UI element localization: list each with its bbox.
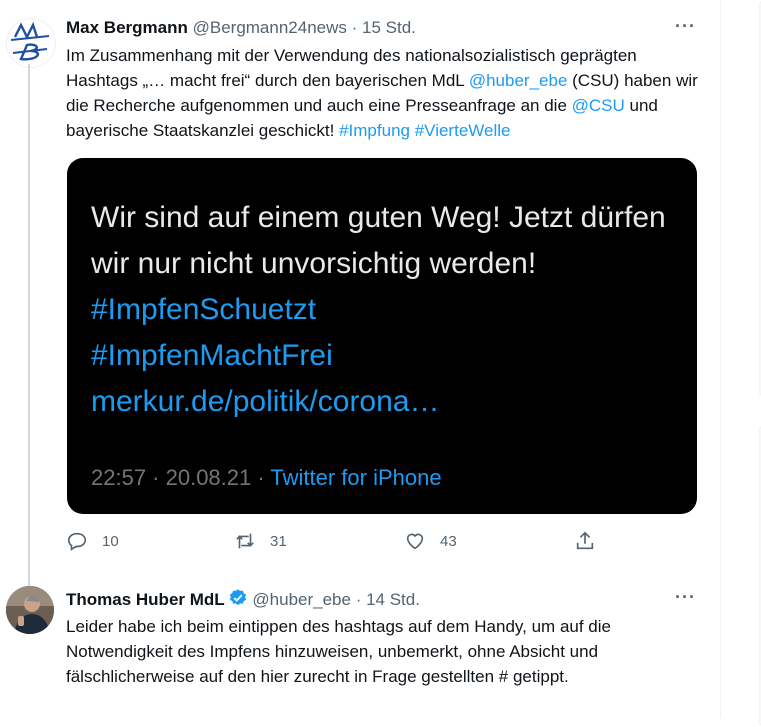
more-options-icon[interactable]: ··· [675,16,696,37]
screenshot-text: Wir sind auf einem guten Weg! Jetzt dürf… [91,195,681,425]
tweet-huber[interactable]: Thomas Huber MdL @huber_ebe · 14 Std. ··… [0,580,720,718]
screenshot-timestamp: 22:57 · 20.08.21 · [91,465,271,490]
screenshot-hashtag: #ImpfenSchuetzt [91,293,317,326]
share-icon [576,531,594,550]
retweet-button[interactable]: 31 [234,530,287,552]
mb-logo-icon [10,21,50,61]
handle[interactable]: @huber_ebe [252,590,351,609]
timestamp[interactable]: 14 Std. [366,590,420,609]
retweet-icon [236,533,254,549]
handle[interactable]: @Bergmann24news [193,18,347,37]
timeline: Max Bergmann @Bergmann24news · 15 Std. ·… [0,0,721,718]
reply-count: 10 [102,532,119,550]
screenshot-footer: 22:57 · 20.08.21 · Twitter for iPhone [91,465,442,491]
share-button[interactable] [574,530,610,552]
like-button[interactable]: 43 [404,530,457,552]
tweet-text: Leider habe ich beim eintippen des hasht… [66,617,611,686]
heart-icon [406,533,424,550]
display-name[interactable]: Thomas Huber MdL [66,590,225,609]
like-count: 43 [440,532,457,550]
reply-button[interactable]: 10 [66,530,119,552]
tweet-header: Thomas Huber MdL @huber_ebe · 14 Std. [66,588,420,611]
hashtag-link[interactable]: #VierteWelle [415,121,511,140]
tweet-bergmann[interactable]: Max Bergmann @Bergmann24news · 15 Std. ·… [0,0,720,589]
timestamp[interactable]: 15 Std. [362,18,416,37]
screenshot-client: Twitter for iPhone [270,465,442,490]
separator: · [346,18,363,37]
avatar[interactable] [6,18,56,68]
tweet-actions: 10 31 43 [66,530,606,556]
reply-icon [67,532,87,551]
avatar[interactable] [6,586,54,634]
retweet-count: 31 [270,532,287,550]
hashtag-link[interactable]: #Impfung [339,121,410,140]
more-options-icon[interactable]: ··· [675,587,696,608]
display-name[interactable]: Max Bergmann [66,18,188,37]
mention-link[interactable]: @huber_ebe [469,71,568,90]
media-image[interactable]: Wir sind auf einem guten Weg! Jetzt dürf… [67,158,697,514]
mention-link[interactable]: @CSU [572,96,625,115]
person-photo-icon [6,586,54,634]
screenshot-body: Wir sind auf einem guten Weg! Jetzt dürf… [91,201,666,280]
thread-line [28,64,30,589]
tweet-header: Max Bergmann @Bergmann24news · 15 Std. [66,17,416,39]
screenshot-hashtag: #ImpfenMachtFrei [91,339,333,372]
screenshot-link: merkur.de/politik/corona… [91,385,440,418]
separator: · [350,590,367,609]
verified-badge-icon [229,589,246,606]
tweet-text: Im Zusammenhang mit der Verwendung des n… [66,43,706,143]
